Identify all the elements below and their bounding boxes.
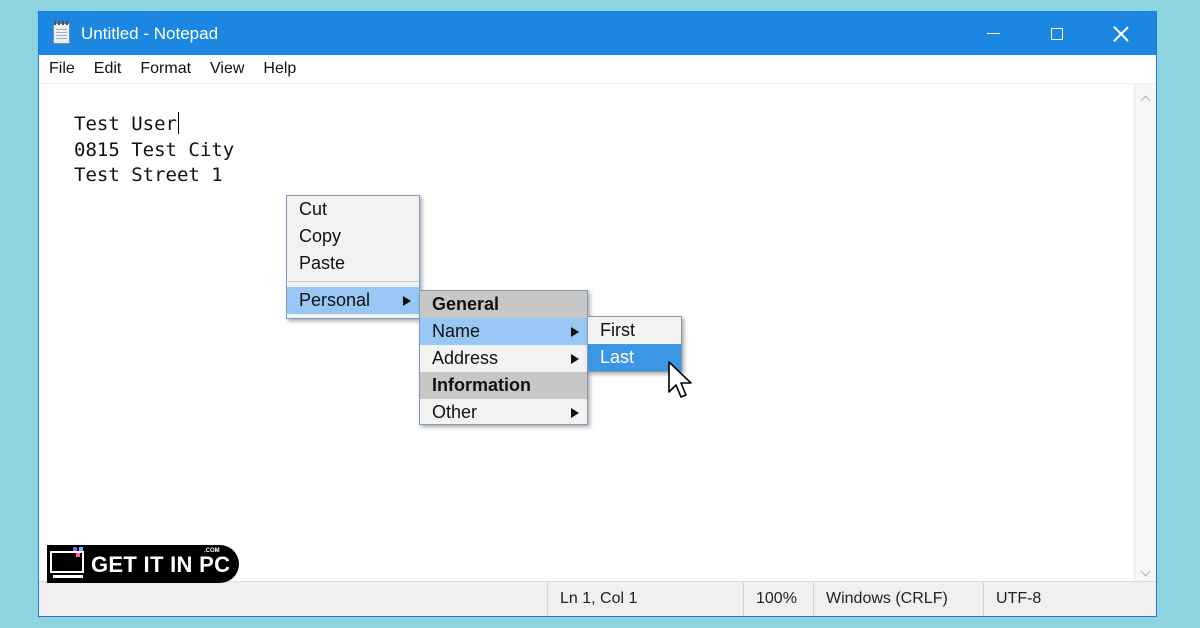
menu-item-address[interactable]: Address [420, 345, 587, 372]
menu-item-personal[interactable]: Personal [287, 287, 419, 314]
editor-line: Test Street 1 [74, 164, 223, 186]
menu-item-paste[interactable]: Paste [287, 250, 419, 277]
close-button[interactable] [1091, 12, 1151, 55]
text-caret [177, 112, 180, 134]
status-line-endings: Windows (CRLF) [813, 582, 983, 616]
menu-bar: File Edit Format View Help [39, 55, 1156, 84]
notepad-window: Untitled - Notepad File Edit Format View… [39, 12, 1156, 616]
menu-edit[interactable]: Edit [84, 55, 131, 83]
minimize-button[interactable] [963, 12, 1023, 55]
menu-item-copy[interactable]: Copy [287, 223, 419, 250]
editor-line: Test User [74, 113, 177, 135]
menu-item-cut[interactable]: Cut [287, 196, 419, 223]
menu-header-information: Information [420, 372, 587, 399]
scroll-up-button[interactable] [1140, 94, 1151, 106]
status-encoding: UTF-8 [983, 582, 1133, 616]
menu-item-label: Name [432, 321, 481, 341]
pixel-dots-icon [73, 547, 85, 559]
status-zoom: 100% [743, 582, 813, 616]
status-bar: Ln 1, Col 1 100% Windows (CRLF) UTF-8 [39, 581, 1156, 616]
menu-item-other[interactable]: Other [420, 399, 587, 426]
context-menu: Cut Copy Paste Personal [286, 195, 420, 319]
watermark-text: GET IT IN PC [91, 552, 231, 577]
watermark-logo: GET IT IN PC .COM [47, 545, 239, 583]
menu-help[interactable]: Help [253, 55, 305, 83]
menu-item-label: Other [432, 402, 478, 422]
submenu-arrow-icon [571, 408, 579, 418]
editor-line: 0815 Test City [74, 138, 235, 161]
minimize-icon [986, 33, 1000, 34]
menu-item-label: Address [432, 348, 499, 368]
title-bar[interactable]: Untitled - Notepad [39, 12, 1156, 55]
maximize-button[interactable] [1027, 12, 1087, 55]
mouse-pointer-icon [668, 361, 692, 398]
notepad-icon [53, 21, 70, 44]
menu-header-general: General [420, 291, 587, 318]
editor-content[interactable]: Test User 0815 Test City Test Street 1 [74, 112, 234, 189]
menu-view[interactable]: View [200, 55, 253, 83]
chevron-down-icon [1140, 566, 1151, 577]
window-title: Untitled - Notepad [81, 24, 219, 43]
maximize-icon [1051, 27, 1063, 40]
watermark-suffix: .COM [204, 548, 220, 554]
status-cursor-position: Ln 1, Col 1 [547, 582, 743, 616]
personal-submenu: General Name Address Information Other [419, 290, 588, 425]
monitor-stand [53, 575, 83, 578]
menu-separator [288, 281, 418, 282]
vertical-scrollbar[interactable] [1134, 84, 1156, 581]
scroll-down-button[interactable] [1140, 566, 1151, 578]
submenu-arrow-icon [571, 354, 579, 364]
submenu-arrow-icon [571, 327, 579, 337]
menu-item-label: Personal [299, 290, 371, 310]
close-icon [1113, 26, 1129, 42]
chevron-up-icon [1140, 95, 1151, 106]
menu-format[interactable]: Format [130, 55, 200, 83]
submenu-arrow-icon [403, 296, 411, 306]
menu-item-first[interactable]: First [588, 317, 681, 344]
menu-file[interactable]: File [39, 55, 84, 83]
menu-item-name[interactable]: Name [420, 318, 587, 345]
